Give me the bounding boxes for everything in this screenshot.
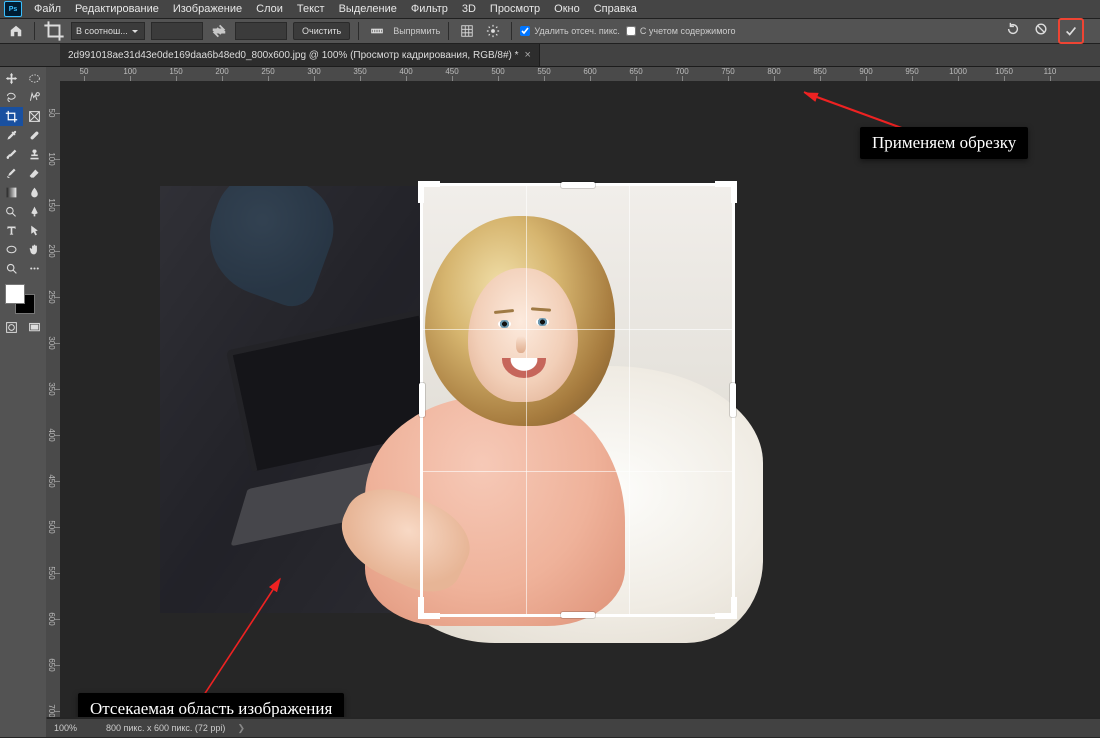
eyedropper-tool[interactable] [0,126,23,145]
straighten-button[interactable] [367,22,387,40]
document-dimensions: 800 пикс. x 600 пикс. (72 ppi) [106,723,225,733]
healing-tool[interactable] [23,126,46,145]
lasso-tool[interactable] [0,88,23,107]
crop-tool[interactable] [0,107,23,126]
menu-filter[interactable]: Фильтр [405,2,454,16]
quick-mask-button[interactable] [0,318,23,337]
crop-height-input[interactable] [235,22,287,40]
quick-select-tool[interactable] [23,88,46,107]
swap-dimensions-button[interactable] [209,22,229,40]
screen-mode-button[interactable] [23,318,46,337]
document-tab-title: 2d991018ae31d43e0de169daa6b48ed0_800x600… [68,50,519,61]
edit-toolbar-button[interactable] [23,259,46,278]
blur-tool[interactable] [23,183,46,202]
document-tab[interactable]: 2d991018ae31d43e0de169daa6b48ed0_800x600… [60,44,540,66]
status-flyout-button[interactable]: ❯ [237,723,245,734]
menu-window[interactable]: Окно [548,2,586,16]
annotation-cut-area: Отсекаемая область изображения [78,693,344,717]
menu-3d[interactable]: 3D [456,2,482,16]
crop-handle-left[interactable] [419,383,425,417]
ruler-origin[interactable] [46,67,61,82]
ps-logo: Ps [4,1,22,17]
workspace: 5010015020025030035040045050055060065070… [0,67,1100,737]
reset-crop-button[interactable] [1002,18,1024,40]
delete-pixels-checkbox[interactable]: Удалить отсеч. пикс. [520,26,620,36]
straighten-label: Выпрямить [393,26,440,36]
overlay-options-button[interactable] [457,22,477,40]
crop-tool-indicator[interactable] [43,22,65,40]
ratio-preset-dropdown[interactable]: В соотнош... [71,22,145,40]
crop-handle-right[interactable] [730,383,736,417]
options-bar: В соотнош... Очистить Выпрямить Удалить … [0,19,1100,44]
crop-handle-br[interactable] [715,597,737,619]
crop-handle-bottom[interactable] [561,612,595,618]
history-brush-tool[interactable] [0,164,23,183]
menu-bar: Ps Файл Редактирование Изображение Слои … [0,0,1100,19]
menu-select[interactable]: Выделение [333,2,403,16]
crop-handle-bl[interactable] [418,597,440,619]
zoom-level[interactable]: 100% [54,723,94,733]
move-tool[interactable] [0,69,23,88]
menu-help[interactable]: Справка [588,2,643,16]
color-swatches[interactable] [5,282,41,314]
separator [34,22,35,40]
separator [448,22,449,40]
vertical-ruler[interactable]: 5010015020025030035040045050055060065070… [46,81,61,717]
menu-text[interactable]: Текст [291,2,331,16]
eraser-tool[interactable] [23,164,46,183]
dodge-tool[interactable] [0,202,23,221]
crop-selection[interactable] [420,183,735,617]
horizontal-ruler[interactable]: 5010015020025030035040045050055060065070… [60,67,1100,82]
home-button[interactable] [6,22,26,40]
status-bar: 100% 800 пикс. x 600 пикс. (72 ppi) ❯ [46,719,1100,737]
content-aware-checkbox[interactable]: С учетом содержимого [626,26,736,36]
path-select-tool[interactable] [23,221,46,240]
crop-width-input[interactable] [151,22,203,40]
close-tab-button[interactable]: × [525,49,531,61]
canvas[interactable]: Применяем обрезку Отсекаемая область изо… [60,81,1100,717]
crop-options-button[interactable] [483,22,503,40]
type-tool[interactable] [0,221,23,240]
crop-handle-tl[interactable] [418,181,440,203]
pen-tool[interactable] [23,202,46,221]
zoom-tool[interactable] [0,259,23,278]
commit-crop-button[interactable] [1058,18,1084,44]
marquee-tool[interactable] [23,69,46,88]
brush-tool[interactable] [0,145,23,164]
separator [358,22,359,40]
frame-tool[interactable] [23,107,46,126]
stamp-tool[interactable] [23,145,46,164]
menu-file[interactable]: Файл [28,2,67,16]
crop-handle-tr[interactable] [715,181,737,203]
toolbox [0,67,47,737]
content-aware-label: С учетом содержимого [640,26,736,36]
menu-view[interactable]: Просмотр [484,2,546,16]
menu-image[interactable]: Изображение [167,2,248,16]
gradient-tool[interactable] [0,183,23,202]
cancel-crop-button[interactable] [1030,18,1052,40]
hand-tool[interactable] [23,240,46,259]
clear-button[interactable]: Очистить [293,22,350,40]
document-tab-bar: 2d991018ae31d43e0de169daa6b48ed0_800x600… [0,44,1100,67]
delete-pixels-label: Удалить отсеч. пикс. [534,26,620,36]
separator [511,22,512,40]
annotation-apply-crop: Применяем обрезку [860,127,1028,159]
menu-edit[interactable]: Редактирование [69,2,165,16]
foreground-color[interactable] [5,284,25,304]
crop-handle-top[interactable] [561,182,595,188]
menu-layers[interactable]: Слои [250,2,289,16]
shape-tool[interactable] [0,240,23,259]
